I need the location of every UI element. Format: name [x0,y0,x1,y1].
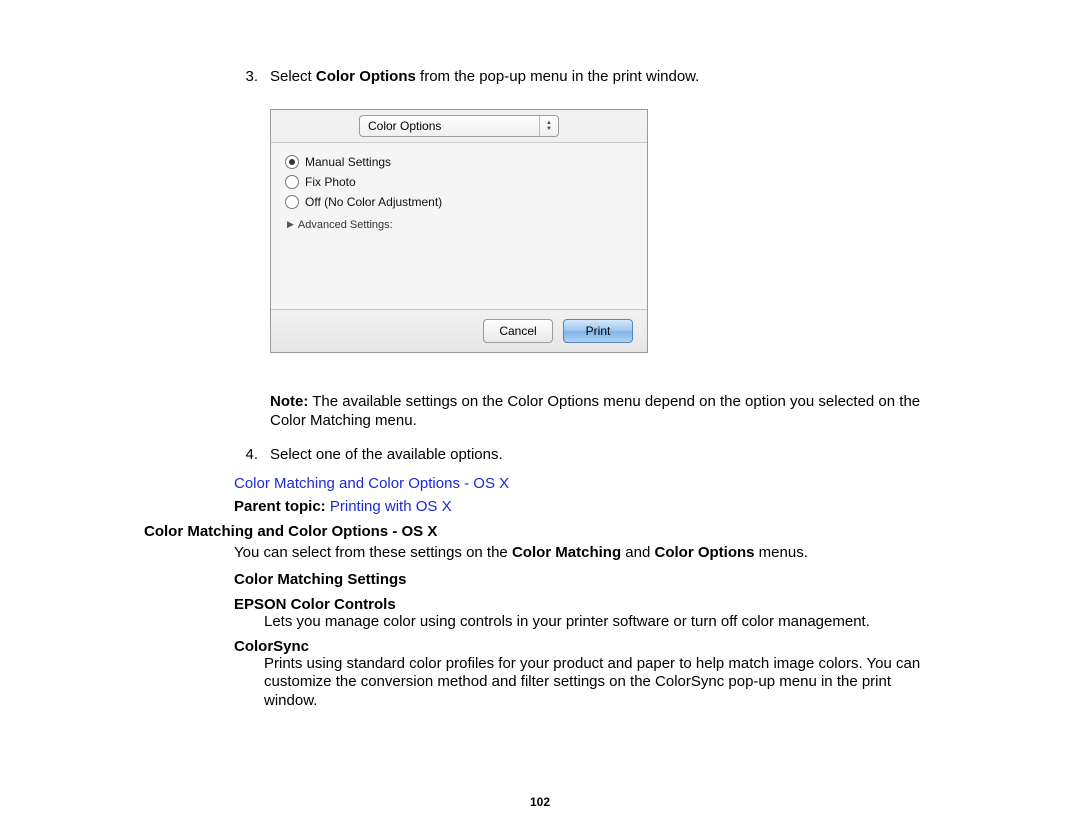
radio-manual-settings[interactable]: Manual Settings [285,153,633,171]
radio-label: Off (No Color Adjustment) [305,195,442,209]
epson-color-controls-desc: Lets you manage color using controls in … [264,613,944,632]
cm-settings-heading: Color Matching Settings [234,571,936,588]
section-intro: You can select from these settings on th… [234,544,934,563]
note-text: The available settings on the Color Opti… [270,393,920,429]
screenshot-panel: Color Options ▲▼ Manual Settings Fix Pho… [270,109,936,353]
chevron-updown-icon: ▲▼ [539,116,558,136]
colorsync-desc: Prints using standard color profiles for… [264,655,944,711]
cancel-button[interactable]: Cancel [483,319,553,343]
dropdown-label: Color Options [368,119,441,133]
step-3-text-post: from the pop-up menu in the print window… [416,68,700,85]
note-label: Note: [270,393,308,410]
radio-label: Fix Photo [305,175,356,189]
parent-topic-link[interactable]: Printing with OS X [330,498,452,515]
section-heading: Color Matching and Color Options - OS X [144,523,936,540]
radio-icon [285,195,299,209]
page-number: 102 [0,795,1080,809]
advanced-settings-label: Advanced Settings: [298,219,393,231]
print-button[interactable]: Print [563,319,633,343]
step-4-number: 4. [234,446,258,465]
radio-icon [285,175,299,189]
radio-fix-photo[interactable]: Fix Photo [285,173,633,191]
color-matching-settings-block: Color Matching Settings [234,571,936,588]
step-3: 3. Select Color Options from the pop-up … [144,68,936,87]
step-3-text-pre: Select [270,68,316,85]
color-options-dropdown[interactable]: Color Options ▲▼ [359,115,559,137]
note-block: Note: The available settings on the Colo… [270,393,930,431]
radio-icon [285,155,299,169]
epson-color-controls-term: EPSON Color Controls [234,596,936,613]
colorsync-term: ColorSync [234,638,936,655]
radio-off-no-color-adjustment[interactable]: Off (No Color Adjustment) [285,193,633,211]
step-4: 4. Select one of the available options. [144,446,936,465]
parent-topic-label: Parent topic: [234,498,330,515]
triangle-right-icon: ▶ [287,219,294,230]
step-3-number: 3. [234,68,258,87]
advanced-settings-disclosure[interactable]: ▶ Advanced Settings: [287,219,633,231]
step-4-text: Select one of the available options. [270,446,503,463]
sub-topic-link[interactable]: Color Matching and Color Options - OS X [234,475,509,492]
step-3-bold: Color Options [316,68,416,85]
radio-label: Manual Settings [305,155,391,169]
